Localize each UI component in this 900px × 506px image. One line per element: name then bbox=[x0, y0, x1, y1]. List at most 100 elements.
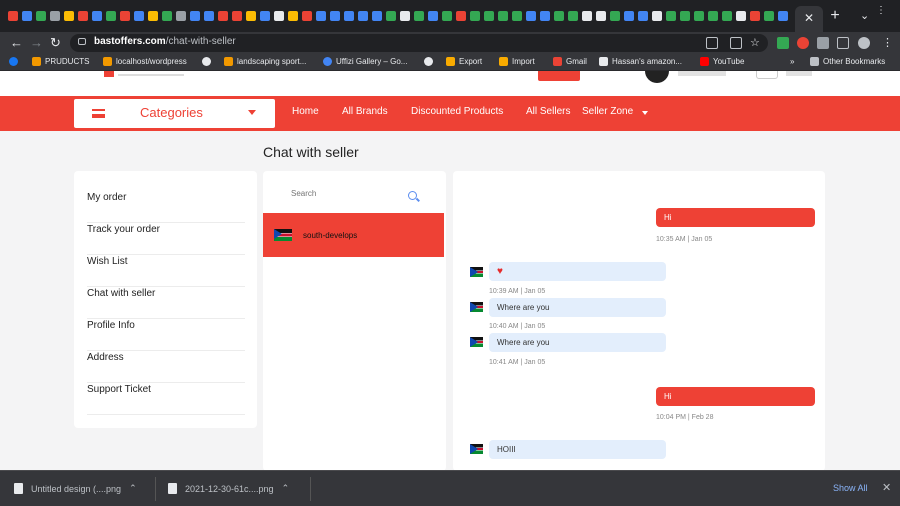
tab-favicon[interactable] bbox=[260, 11, 270, 21]
back-arrow-icon[interactable]: ← bbox=[10, 35, 23, 51]
tab-favicon[interactable] bbox=[386, 11, 396, 21]
sidebar-item-profile-info[interactable]: Profile Info bbox=[87, 319, 245, 351]
tab-favicon[interactable] bbox=[344, 11, 354, 21]
sidebar-item-chat-with-seller[interactable]: Chat with seller bbox=[87, 287, 245, 319]
tab-favicon[interactable] bbox=[246, 11, 256, 21]
active-tab[interactable]: ✕ bbox=[795, 6, 823, 32]
bookmark-item[interactable]: Uffizi Gallery – Go... bbox=[323, 57, 407, 66]
tab-favicon[interactable] bbox=[50, 11, 60, 21]
nav-link-discounted-products[interactable]: Discounted Products bbox=[411, 106, 503, 117]
search-icon[interactable] bbox=[408, 191, 417, 200]
tab-favicon[interactable] bbox=[736, 11, 746, 21]
sidebar-item-address[interactable]: Address bbox=[87, 351, 245, 383]
window-controls-icon[interactable]: ⋮ bbox=[876, 5, 886, 16]
bookmark-item[interactable]: Hassan's amazon... bbox=[599, 57, 682, 66]
tab-favicon[interactable] bbox=[652, 11, 662, 21]
bookmarks-overflow-button[interactable]: » bbox=[790, 57, 794, 66]
caret-down-icon[interactable] bbox=[642, 111, 648, 115]
extension-icon[interactable] bbox=[777, 37, 789, 49]
tab-favicon[interactable] bbox=[624, 11, 634, 21]
bookmark-item[interactable]: PRUDUCTS bbox=[32, 57, 89, 66]
share-icon[interactable] bbox=[730, 37, 742, 49]
new-tab-button[interactable]: + bbox=[826, 7, 844, 25]
tab-favicon[interactable] bbox=[456, 11, 466, 21]
tab-favicon[interactable] bbox=[232, 11, 242, 21]
bookmark-item[interactable]: landscaping sport... bbox=[224, 57, 306, 66]
tab-favicon[interactable] bbox=[204, 11, 214, 21]
tab-favicon[interactable] bbox=[722, 11, 732, 21]
tab-favicon[interactable] bbox=[120, 11, 130, 21]
lock-icon[interactable] bbox=[78, 38, 86, 45]
url-text[interactable]: bastoffers.com/chat-with-seller bbox=[94, 36, 236, 47]
tab-favicon[interactable] bbox=[8, 11, 18, 21]
user-avatar[interactable] bbox=[645, 71, 669, 83]
tab-favicon[interactable] bbox=[484, 11, 494, 21]
bookmark-item[interactable]: Export bbox=[446, 57, 482, 66]
nav-link-home[interactable]: Home bbox=[292, 106, 319, 117]
tab-favicon[interactable] bbox=[512, 11, 522, 21]
tab-favicon[interactable] bbox=[526, 11, 536, 21]
tab-favicon[interactable] bbox=[134, 11, 144, 21]
sidebar-item-track-order[interactable]: Track your order bbox=[87, 223, 245, 255]
tab-favicon[interactable] bbox=[372, 11, 382, 21]
tab-favicon[interactable] bbox=[610, 11, 620, 21]
tab-favicon[interactable] bbox=[596, 11, 606, 21]
tab-favicon[interactable] bbox=[638, 11, 648, 21]
download-item[interactable]: 2021-12-30-61c....png ⌃ bbox=[168, 483, 289, 494]
tab-favicon[interactable] bbox=[176, 11, 186, 21]
tab-favicon[interactable] bbox=[316, 11, 326, 21]
tab-favicon[interactable] bbox=[64, 11, 74, 21]
side-panel-icon[interactable] bbox=[837, 37, 849, 49]
bookmark-item[interactable]: localhost/wordpress bbox=[103, 57, 187, 66]
tab-favicon[interactable] bbox=[498, 11, 508, 21]
close-icon[interactable]: ✕ bbox=[882, 481, 891, 494]
menu-kebab-icon[interactable]: ⋮ bbox=[882, 35, 893, 51]
tab-favicon[interactable] bbox=[554, 11, 564, 21]
tab-favicon[interactable] bbox=[302, 11, 312, 21]
chevron-up-icon[interactable]: ⌃ bbox=[129, 483, 137, 494]
tab-favicon[interactable] bbox=[442, 11, 452, 21]
tab-favicon[interactable] bbox=[764, 11, 774, 21]
nav-link-all-brands[interactable]: All Brands bbox=[342, 106, 388, 117]
tab-favicon[interactable] bbox=[750, 11, 760, 21]
tab-favicon[interactable] bbox=[666, 11, 676, 21]
chevron-up-icon[interactable]: ⌃ bbox=[282, 483, 290, 494]
site-logo[interactable] bbox=[104, 71, 184, 81]
tab-favicon[interactable] bbox=[190, 11, 200, 21]
tab-favicon[interactable] bbox=[540, 11, 550, 21]
search-button[interactable] bbox=[538, 71, 580, 81]
sidebar-item-my-order[interactable]: My order bbox=[87, 191, 245, 223]
bookmark-icon[interactable] bbox=[9, 57, 18, 66]
sidebar-item-support-ticket[interactable]: Support Ticket bbox=[87, 383, 245, 415]
tab-favicon[interactable] bbox=[106, 11, 116, 21]
bookmark-item[interactable]: Gmail bbox=[553, 57, 587, 66]
tab-favicon[interactable] bbox=[288, 11, 298, 21]
cart-icon[interactable] bbox=[756, 71, 778, 79]
tab-favicon[interactable] bbox=[148, 11, 158, 21]
search-input[interactable] bbox=[291, 189, 401, 198]
categories-dropdown[interactable]: Categories bbox=[74, 99, 275, 128]
tab-favicon[interactable] bbox=[330, 11, 340, 21]
download-item[interactable]: Untitled design (....png ⌃ bbox=[14, 483, 137, 494]
close-tab-icon[interactable]: ✕ bbox=[804, 11, 814, 25]
globe-icon[interactable] bbox=[202, 57, 211, 66]
tab-search-icon[interactable]: ⌄ bbox=[860, 9, 869, 22]
tab-favicon[interactable] bbox=[400, 11, 410, 21]
extensions-puzzle-icon[interactable] bbox=[817, 37, 829, 49]
reload-icon[interactable]: ↻ bbox=[50, 35, 61, 51]
extension-icon[interactable] bbox=[797, 37, 809, 49]
globe-icon[interactable] bbox=[424, 57, 433, 66]
show-all-button[interactable]: Show All bbox=[833, 483, 868, 493]
bookmark-item[interactable]: Import bbox=[499, 57, 535, 66]
address-bar[interactable]: bastoffers.com/chat-with-seller bbox=[70, 34, 768, 52]
tab-favicon[interactable] bbox=[582, 11, 592, 21]
tab-favicon[interactable] bbox=[218, 11, 228, 21]
tab-favicon[interactable] bbox=[428, 11, 438, 21]
tab-favicon[interactable] bbox=[36, 11, 46, 21]
tab-favicon[interactable] bbox=[22, 11, 32, 21]
nav-link-all-sellers[interactable]: All Sellers bbox=[526, 106, 570, 117]
tab-favicon[interactable] bbox=[470, 11, 480, 21]
bookmark-star-icon[interactable]: ☆ bbox=[750, 35, 760, 51]
tab-favicon[interactable] bbox=[708, 11, 718, 21]
tab-favicon[interactable] bbox=[568, 11, 578, 21]
